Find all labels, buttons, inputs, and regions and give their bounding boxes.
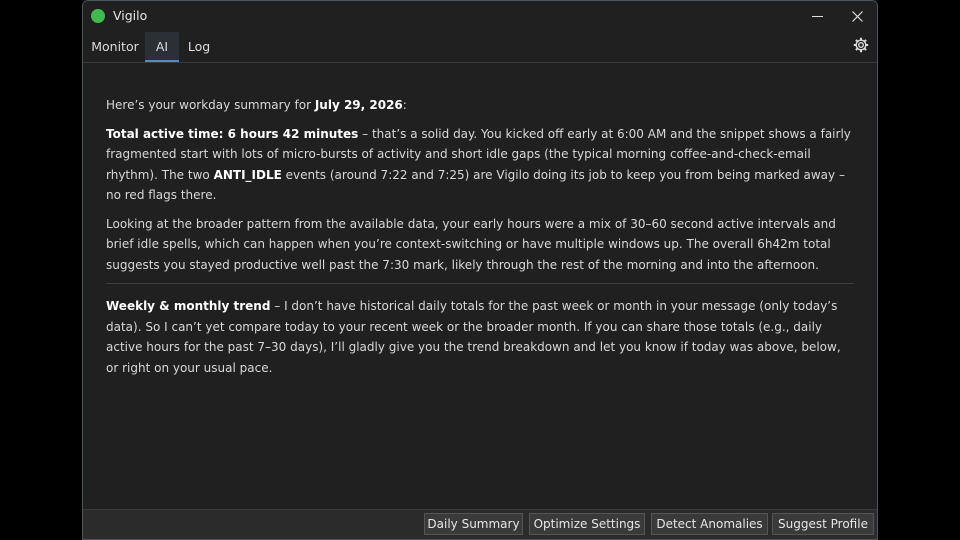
optimize-settings-button[interactable]: Optimize Settings <box>529 513 645 535</box>
trend-heading: Weekly & monthly trend <box>106 299 271 313</box>
paragraph-pattern: Looking at the broader pattern from the … <box>106 216 836 272</box>
suggest-profile-button[interactable]: Suggest Profile <box>772 513 874 535</box>
window-title: Vigilo <box>113 8 148 23</box>
ai-response-panel: Here’s your workday summary for July 29,… <box>83 63 877 510</box>
close-button[interactable] <box>837 1 877 32</box>
gear-icon[interactable] <box>853 37 869 53</box>
anti-idle-label: ANTI_IDLE <box>213 167 282 182</box>
divider <box>106 283 854 284</box>
minimize-button[interactable] <box>797 1 837 32</box>
tab-bar: Monitor AI Log <box>83 32 877 63</box>
minimize-icon <box>811 16 823 17</box>
paragraph-active-time: Total active time: 6 hours 42 minutes – … <box>106 124 854 206</box>
paragraph-trend: Weekly & monthly trend – I don’t have hi… <box>106 296 854 378</box>
intro-line: Here’s your workday summary for July 29,… <box>106 95 854 116</box>
active-time-heading: Total active time: 6 hours 42 minutes <box>106 126 359 141</box>
daily-summary-button[interactable]: Daily Summary <box>424 513 523 535</box>
close-icon <box>851 11 863 22</box>
status-dot-icon <box>91 9 105 23</box>
tab-monitor[interactable]: Monitor <box>85 32 145 61</box>
app-window: Vigilo Monitor AI Log Here’s your workda… <box>82 0 878 540</box>
intro-date: July 29, 2026 <box>314 98 403 112</box>
ai-response-text: Here’s your workday summary for July 29,… <box>106 95 854 386</box>
tab-ai[interactable]: AI <box>145 32 179 62</box>
action-bar: Daily Summary Optimize Settings Detect A… <box>83 509 877 539</box>
title-bar: Vigilo <box>83 1 877 32</box>
intro-prefix: Here’s your workday summary for <box>106 98 315 112</box>
tab-log[interactable]: Log <box>181 32 217 61</box>
detect-anomalies-button[interactable]: Detect Anomalies <box>651 513 768 535</box>
intro-suffix: : <box>402 98 407 112</box>
